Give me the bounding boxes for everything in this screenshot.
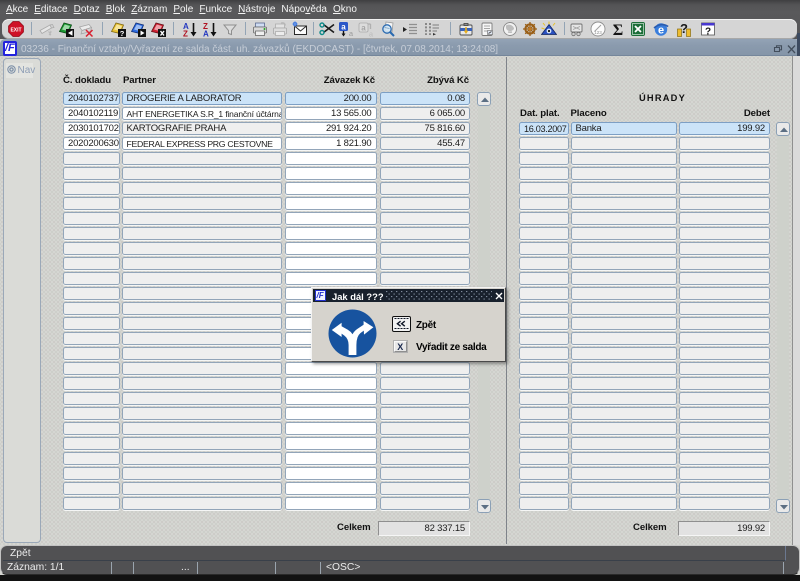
svg-text:EXIT: EXIT	[10, 28, 21, 34]
svg-text:a: a	[361, 24, 366, 33]
svg-text:?: ?	[705, 27, 711, 38]
svg-text:?: ?	[120, 29, 125, 37]
svg-text:A: A	[203, 30, 209, 38]
svg-text:e: e	[658, 25, 664, 37]
svg-text:a: a	[369, 30, 374, 38]
svg-text:Σ: Σ	[613, 22, 623, 37]
svg-text:a: a	[341, 23, 346, 32]
svg-text:a: a	[349, 29, 354, 37]
svg-text:Z: Z	[183, 30, 188, 38]
svg-text:123: 123	[594, 30, 602, 35]
svg-text:?: ?	[680, 21, 688, 36]
